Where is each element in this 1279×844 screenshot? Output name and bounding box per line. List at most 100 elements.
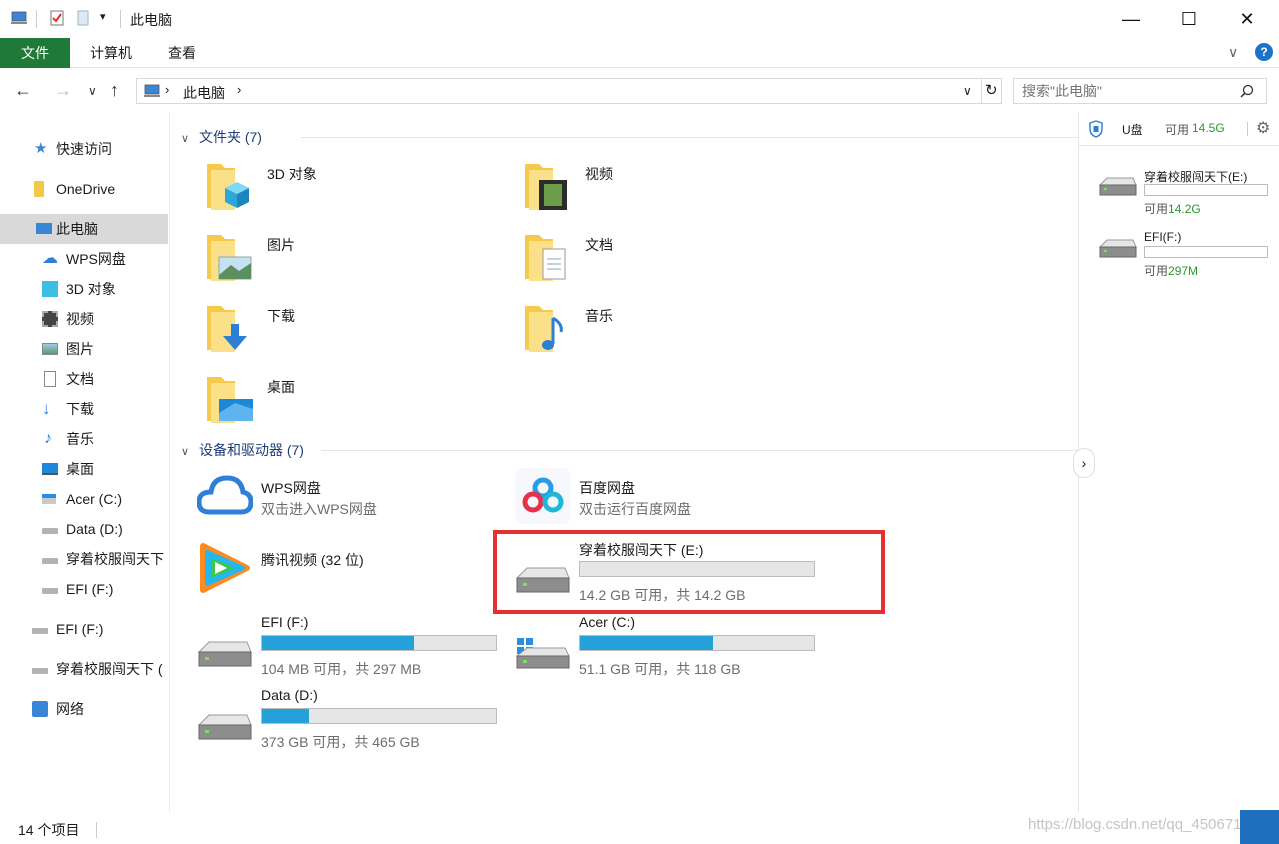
up-arrow-icon[interactable]: ↑: [110, 80, 119, 101]
minimize-button[interactable]: —: [1102, 0, 1160, 38]
sidebar-item-onedrive[interactable]: OneDrive: [0, 174, 168, 204]
drive-acer-c[interactable]: Acer (C:) 51.1 GB 可用，共 118 GB: [515, 614, 825, 684]
content-pane: ∨ 文件夹 (7) 3D 对象 视频 图片 文档 下载 音乐 桌面 ∨ 设备和驱…: [171, 112, 1099, 812]
usb-drive-avail-label: 可用: [1144, 264, 1169, 278]
sidebar-item-usb-e-root[interactable]: 穿着校服闯天下 (: [0, 654, 168, 684]
usb-drive-name: 穿着校服闯天下(E:): [1144, 170, 1248, 184]
chevron-right-icon[interactable]: ›: [237, 82, 241, 97]
tab-computer[interactable]: 计算机: [76, 38, 146, 68]
drive-data-d[interactable]: Data (D:) 373 GB 可用，共 465 GB: [197, 687, 507, 757]
drive-name: EFI (F:): [261, 614, 309, 630]
sidebar-item-downloads[interactable]: ↓ 下载: [0, 394, 168, 424]
drive-space: 104 MB 可用，共 297 MB: [261, 661, 422, 677]
usb-drive-f[interactable]: EFI(F:) 可用297M: [1095, 230, 1275, 280]
chevron-right-icon[interactable]: ›: [165, 82, 169, 97]
folder-desktop[interactable]: 桌面: [205, 373, 505, 437]
folder-label: 文档: [585, 237, 613, 253]
sidebar-item-label: 穿着校服闯天下 (: [56, 661, 163, 677]
devices-group-header[interactable]: ∨ 设备和驱动器 (7): [181, 440, 1099, 460]
drive-space: 51.1 GB 可用，共 118 GB: [579, 661, 741, 677]
sidebar-item-3d-objects[interactable]: 3D 对象: [0, 274, 168, 304]
back-arrow-icon[interactable]: ←: [14, 80, 32, 101]
gear-icon[interactable]: ⚙: [1256, 118, 1270, 138]
maximize-button[interactable]: ☐: [1160, 0, 1218, 38]
divider: [301, 137, 1079, 138]
sidebar-item-this-pc[interactable]: 此电脑: [0, 214, 168, 244]
tab-view[interactable]: 查看: [150, 38, 214, 68]
desktop-icon: [42, 463, 58, 475]
drive-icon: [32, 628, 48, 634]
customize-toolbar-icon[interactable]: ▾: [100, 10, 106, 23]
sidebar-item-music[interactable]: ♪ 音乐: [0, 424, 168, 454]
sidebar-item-label: EFI (F:): [66, 581, 114, 597]
sidebar-item-network[interactable]: 网络: [0, 694, 168, 724]
computer-icon: [36, 223, 52, 234]
group-title: 设备和驱动器 (7): [198, 442, 304, 458]
sidebar-item-documents[interactable]: 文档: [0, 364, 168, 394]
address-history-icon[interactable]: ∨: [963, 84, 972, 98]
cube-folder-icon: [207, 164, 249, 210]
usb-drive-e[interactable]: 穿着校服闯天下(E:) 可用14.2G: [1095, 168, 1275, 218]
close-button[interactable]: ✕: [1218, 0, 1276, 38]
sidebar-item-usb-e[interactable]: 穿着校服闯天下: [0, 544, 168, 574]
sidebar-item-desktop[interactable]: 桌面: [0, 454, 168, 484]
drive-efi-f[interactable]: EFI (F:) 104 MB 可用，共 297 MB: [197, 614, 507, 684]
address-path[interactable]: 此电脑: [183, 83, 225, 103]
desktop-folder-icon: [207, 377, 253, 423]
navigation-bar: ← → ∨ ↑ › 此电脑 › ∨ ↻: [0, 72, 1279, 112]
view-toggle-button[interactable]: [1240, 810, 1279, 844]
sidebar-item-label: 桌面: [66, 461, 94, 477]
sidebar-item-acer-c[interactable]: Acer (C:): [0, 484, 168, 514]
tab-file[interactable]: 文件: [0, 38, 70, 68]
sidebar-item-wps-cloud[interactable]: ☁ WPS网盘: [0, 244, 168, 274]
properties-icon[interactable]: [48, 9, 66, 27]
folder-videos[interactable]: 视频: [523, 160, 823, 224]
drive-icon: [1099, 177, 1137, 196]
app-name: WPS网盘: [261, 480, 321, 496]
sidebar-item-label: 图片: [66, 341, 94, 357]
app-tencent-video[interactable]: 腾讯视频 (32 位): [197, 540, 507, 604]
download-icon: ↓: [42, 399, 51, 418]
drive-name: Acer (C:): [579, 614, 635, 630]
sidebar-item-label: 音乐: [66, 431, 94, 447]
drive-space: 373 GB 可用，共 465 GB: [261, 734, 420, 750]
new-folder-icon[interactable]: [74, 9, 92, 27]
sidebar-item-pictures[interactable]: 图片: [0, 334, 168, 364]
star-icon: ★: [34, 140, 48, 157]
collapse-panel-button[interactable]: ›: [1073, 448, 1095, 478]
usb-avail-value: 14.5G: [1192, 121, 1225, 135]
folder-music[interactable]: 音乐: [523, 302, 823, 366]
sidebar-item-label: OneDrive: [56, 181, 116, 197]
usb-drive-space: 可用14.2G: [1144, 200, 1201, 217]
music-folder-icon: [525, 306, 563, 352]
sidebar-item-videos[interactable]: 视频: [0, 304, 168, 334]
folders-group-header[interactable]: ∨ 文件夹 (7): [181, 127, 1079, 147]
search-input[interactable]: [1022, 83, 1232, 99]
windows-drive-icon: [515, 638, 570, 669]
sidebar-item-efi-f-root[interactable]: EFI (F:): [0, 614, 168, 644]
app-wps-cloud[interactable]: WPS网盘 双击进入WPS网盘: [197, 468, 507, 532]
app-description: 双击进入WPS网盘: [261, 501, 377, 517]
drive-icon: [197, 641, 252, 667]
search-box[interactable]: [1013, 78, 1267, 104]
search-icon[interactable]: [1240, 84, 1254, 98]
folder-3d-objects[interactable]: 3D 对象: [205, 160, 505, 224]
folder-downloads[interactable]: 下载: [205, 302, 505, 366]
expand-ribbon-icon[interactable]: ∨: [1228, 44, 1238, 61]
recent-locations-icon[interactable]: ∨: [88, 84, 97, 98]
folder-pictures[interactable]: 图片: [205, 231, 505, 295]
refresh-icon[interactable]: ↻: [985, 81, 998, 99]
computer-icon: [144, 84, 160, 97]
help-icon[interactable]: ?: [1255, 43, 1273, 61]
usb-drive-avail-label: 可用: [1144, 202, 1169, 216]
address-bar[interactable]: › 此电脑 › ∨ ↻: [136, 78, 1002, 104]
wps-cloud-icon: [197, 475, 253, 515]
sidebar-item-data-d[interactable]: Data (D:): [0, 514, 168, 544]
app-baidu-netdisk[interactable]: 百度网盘 双击运行百度网盘: [515, 468, 825, 532]
sidebar-item-efi-f[interactable]: EFI (F:): [0, 574, 168, 604]
forward-arrow-icon[interactable]: →: [54, 80, 72, 101]
drive-usage-fill: [262, 709, 309, 723]
drive-icon: [1099, 239, 1137, 258]
sidebar-item-quick-access[interactable]: ★ 快速访问: [0, 134, 168, 164]
folder-documents[interactable]: 文档: [523, 231, 823, 295]
